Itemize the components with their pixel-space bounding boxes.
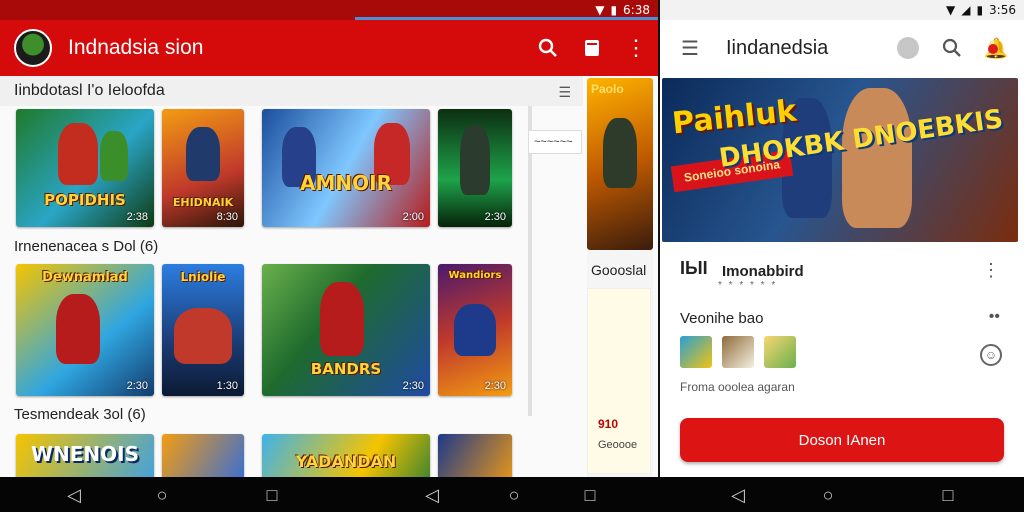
side-panel: Paolo Goooslal 910 Geoooe bbox=[587, 78, 653, 477]
library-icon[interactable] bbox=[570, 26, 614, 70]
back-icon[interactable]: ◁ bbox=[422, 485, 442, 505]
app-name: Imonabbird bbox=[722, 262, 804, 280]
tile-price: 1:30 bbox=[216, 380, 238, 392]
list-view-icon[interactable]: ☰ bbox=[558, 84, 571, 101]
more-vert-icon[interactable]: ⋮ bbox=[614, 26, 658, 70]
tile-title: POPIDHIS bbox=[44, 191, 126, 209]
game-tile[interactable]: WNENOIS bbox=[16, 434, 154, 477]
recents-icon[interactable]: □ bbox=[262, 485, 282, 505]
screen: ▼ ▮ 6:38 ▼ ◢ ▮ 3:56 Indnadsia sion ⋮ Iin… bbox=[0, 0, 1024, 512]
tile-title: WNENOIS bbox=[30, 442, 140, 466]
game-tile[interactable]: 2:30 bbox=[438, 109, 512, 227]
left-toolbar: Indnadsia sion ⋮ bbox=[0, 20, 658, 76]
list-badge: ~~~~~~ bbox=[528, 130, 582, 154]
more-horiz-icon[interactable]: •• bbox=[989, 308, 1000, 326]
tile-title: AMNOIR bbox=[300, 171, 392, 195]
home-icon[interactable]: ○ bbox=[504, 485, 524, 505]
battery-icon: ▮ bbox=[610, 3, 618, 17]
left-app-title: Indnadsia sion bbox=[68, 36, 204, 59]
tile-price: 2:30 bbox=[126, 380, 148, 392]
version-label: Veonihe bao bbox=[680, 310, 764, 327]
search-icon[interactable] bbox=[526, 26, 570, 70]
left-app-window: Indnadsia sion ⋮ Iinbdotasl I'o Ieloofda… bbox=[0, 20, 658, 477]
search-icon[interactable] bbox=[930, 26, 974, 70]
game-tile[interactable] bbox=[162, 434, 244, 477]
side-section-label: Goooslal bbox=[591, 262, 647, 278]
profile-avatar[interactable] bbox=[886, 26, 930, 70]
tile-price: 2:30 bbox=[484, 211, 506, 223]
tile-price: 2:30 bbox=[402, 380, 424, 392]
battery-icon: ▮ bbox=[976, 3, 984, 17]
tile-price: 2:30 bbox=[484, 380, 506, 392]
status-time: 3:56 bbox=[989, 3, 1016, 17]
menu-icon[interactable]: ☰ bbox=[668, 26, 712, 70]
wifi-icon: ▼ bbox=[945, 3, 956, 17]
back-icon[interactable]: ◁ bbox=[728, 485, 748, 505]
tile-title: Dewnamlad bbox=[42, 270, 128, 285]
right-toolbar: ☰ Iindanedsia 🔔 bbox=[660, 20, 1024, 76]
tile-price: 8:30 bbox=[216, 211, 238, 223]
tile-title: EHIDNAIK bbox=[172, 196, 234, 209]
hero-title-left: Paihluk bbox=[670, 93, 799, 142]
notification-bell-icon[interactable]: 🔔 bbox=[974, 26, 1018, 70]
screenshot-thumb[interactable] bbox=[764, 336, 796, 368]
notification-dot bbox=[988, 44, 998, 54]
game-tile[interactable]: BANDRS 2:30 bbox=[262, 264, 430, 396]
screenshot-thumbs bbox=[680, 336, 796, 368]
screenshot-thumb[interactable] bbox=[722, 336, 754, 368]
section-header-bar: Iinbdotasl I'o Ieloofda ☰ bbox=[0, 76, 583, 106]
section-label: Irnenenacea s Dol (6) bbox=[14, 238, 159, 255]
side-banner[interactable]: Paolo bbox=[587, 78, 653, 250]
tile-title: YADANDAN bbox=[295, 452, 397, 471]
screenshot-thumb[interactable] bbox=[680, 336, 712, 368]
home-icon[interactable]: ○ bbox=[818, 485, 838, 505]
game-tile[interactable]: Dewnamlad 2:30 bbox=[16, 264, 154, 396]
download-button[interactable]: Doson IAnen bbox=[680, 418, 1004, 462]
game-tile[interactable] bbox=[438, 434, 512, 477]
right-app-title: Iindanedsia bbox=[726, 36, 829, 59]
avatar bbox=[897, 37, 919, 59]
recents-icon[interactable]: □ bbox=[938, 485, 958, 505]
section-label: Tesmendeak 3ol (6) bbox=[14, 406, 146, 423]
recents-icon[interactable]: □ bbox=[580, 485, 600, 505]
more-vert-icon[interactable]: ⋮ bbox=[982, 260, 1000, 281]
tile-title: BANDRS bbox=[310, 360, 382, 378]
section-header-title: Iinbdotasl I'o Ieloofda bbox=[14, 82, 165, 99]
back-icon[interactable]: ◁ bbox=[64, 485, 84, 505]
hero-banner[interactable]: Paihluk Soneioo sonoina DHOKBK DNOEBKIS bbox=[662, 78, 1018, 242]
tile-price: 2:00 bbox=[402, 211, 424, 223]
status-bar-right: ▼ ◢ ▮ 3:56 bbox=[660, 0, 1024, 20]
progress-line bbox=[355, 17, 658, 20]
caption-text: Froma ooolea agaran bbox=[680, 380, 795, 394]
tile-title: Wandiors bbox=[448, 270, 502, 281]
signal-icon: ◢ bbox=[961, 3, 971, 17]
emoji-icon[interactable]: ☺ bbox=[980, 344, 1002, 366]
home-icon[interactable]: ○ bbox=[152, 485, 172, 505]
game-tile[interactable]: YADANDAN bbox=[262, 434, 430, 477]
game-tile[interactable]: AMNOIR 2:00 bbox=[262, 109, 430, 227]
side-banner-title: Paolo bbox=[591, 82, 624, 96]
app-badge-icon: IЫI bbox=[680, 258, 708, 278]
tile-title: Lniolie bbox=[180, 270, 226, 284]
game-tile[interactable]: EHIDNAIK 8:30 bbox=[162, 109, 244, 227]
side-card-foot: Geoooe bbox=[598, 439, 638, 451]
app-rating: * * * * * * bbox=[718, 280, 778, 291]
app-logo-avatar[interactable] bbox=[14, 29, 52, 67]
game-tile[interactable]: Wandiors 2:30 bbox=[438, 264, 512, 396]
wifi-icon: ▼ bbox=[595, 3, 605, 17]
side-card-code: 910 bbox=[598, 417, 619, 431]
side-card[interactable]: 910 Geoooe bbox=[587, 288, 651, 474]
right-app-window: ☰ Iindanedsia 🔔 Paihluk Soneioo sonoina … bbox=[660, 20, 1024, 477]
tile-price: 2:38 bbox=[126, 211, 148, 223]
status-time: 6:38 bbox=[623, 3, 650, 17]
navigation-bar: ◁ ○ □ ◁ ○ □ ◁ ○ □ bbox=[0, 477, 1024, 512]
game-tile[interactable]: POPIDHIS 2:38 bbox=[16, 109, 154, 227]
game-tile[interactable]: Lniolie 1:30 bbox=[162, 264, 244, 396]
